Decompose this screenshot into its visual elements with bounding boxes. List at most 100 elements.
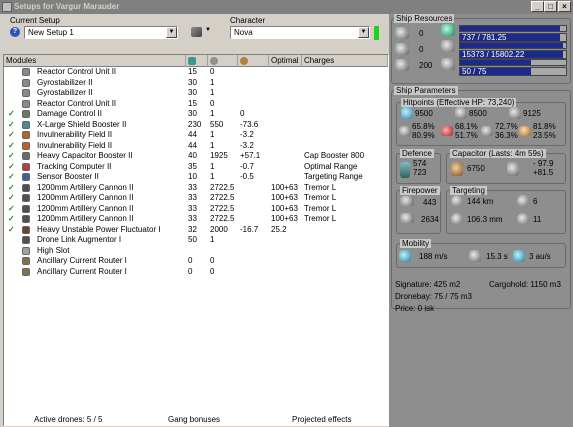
module-power: 1 bbox=[210, 88, 215, 97]
chevron-down-icon[interactable]: ▼ bbox=[358, 27, 369, 38]
module-cpu: 33 bbox=[188, 193, 197, 202]
cpu-value: 737 / 781.25 bbox=[462, 33, 507, 42]
module-charge[interactable]: Targeting Range bbox=[304, 172, 363, 183]
defence-value-b: 723 bbox=[413, 168, 427, 177]
cpu-top-bar bbox=[459, 25, 567, 32]
table-row[interactable]: ✓ Sensor Booster II 10 1 -0.5 Targeting Range bbox=[4, 172, 388, 183]
chevron-down-icon: ▼ bbox=[205, 27, 211, 33]
module-name: 1200mm Artillery Cannon II bbox=[37, 214, 134, 223]
module-name: Gyrostabilizer II bbox=[37, 88, 93, 97]
module-active-checkbox[interactable]: ✓ bbox=[8, 193, 15, 204]
module-icon bbox=[22, 194, 30, 202]
module-name: Reactor Control Unit II bbox=[37, 67, 117, 76]
setup-menu-button[interactable]: ▼ bbox=[190, 26, 214, 39]
module-active-checkbox[interactable]: ✓ bbox=[8, 183, 15, 194]
table-row[interactable]: Drone Link Augmentor I 50 1 bbox=[4, 235, 388, 246]
powergrid-top-bar bbox=[459, 42, 567, 49]
column-header-cpu[interactable] bbox=[186, 55, 208, 67]
table-row[interactable]: Gyrostabilizer II 30 1 bbox=[4, 88, 388, 99]
module-active-checkbox[interactable]: ✓ bbox=[8, 141, 15, 152]
module-optimal: 100+63 bbox=[271, 214, 298, 223]
table-row[interactable]: Ancillary Current Router I 0 0 bbox=[4, 267, 388, 278]
close-button[interactable]: × bbox=[558, 1, 571, 12]
module-active-checkbox[interactable]: ✓ bbox=[8, 172, 15, 183]
module-active-checkbox[interactable]: ✓ bbox=[8, 225, 15, 236]
module-active-checkbox[interactable]: ✓ bbox=[8, 214, 15, 225]
table-row[interactable]: Gyrostabilizer II 30 1 bbox=[4, 78, 388, 89]
help-icon[interactable]: ? bbox=[10, 27, 20, 37]
module-charge[interactable]: Tremor L bbox=[304, 204, 336, 215]
table-row[interactable]: ✓ X-Large Shield Booster II 230 550 -73.6 bbox=[4, 120, 388, 131]
module-name: Invulnerability Field II bbox=[37, 130, 113, 139]
table-row[interactable]: ✓ 1200mm Artillery Cannon II 33 2722.5 100+6… bbox=[4, 183, 388, 194]
module-active-checkbox[interactable]: ✓ bbox=[8, 162, 15, 173]
character-select[interactable]: Nova ▼ bbox=[230, 26, 370, 39]
chevron-down-icon[interactable]: ▼ bbox=[166, 27, 177, 38]
column-header-modules[interactable]: Modules bbox=[4, 55, 186, 67]
module-capacitor: -73.6 bbox=[240, 119, 259, 129]
module-active-checkbox[interactable]: ✓ bbox=[8, 120, 15, 131]
maximize-button[interactable]: □ bbox=[544, 1, 557, 12]
scan-resolution-value: 106.3 mm bbox=[467, 215, 503, 224]
module-name: Heavy Capacitor Booster II bbox=[37, 151, 133, 160]
module-charge[interactable]: Tremor L bbox=[304, 214, 336, 225]
table-row[interactable]: ✓ Heavy Unstable Power Fluctuator I 32 2000… bbox=[4, 225, 388, 236]
thermal-shield-resist: 68.1% bbox=[455, 122, 478, 131]
minimize-button[interactable]: _ bbox=[531, 1, 544, 12]
shield-icon bbox=[401, 107, 413, 119]
table-row[interactable]: ✓ Invulnerability Field II 44 1 -3.2 bbox=[4, 130, 388, 141]
module-active-checkbox[interactable]: ✓ bbox=[8, 151, 15, 162]
modules-table: Modules Optimal Charges Reactor Control … bbox=[3, 54, 389, 426]
module-capacitor: -16.7 bbox=[240, 224, 259, 234]
module-active-checkbox[interactable]: ✓ bbox=[8, 204, 15, 215]
cargohold-capacity: Cargohold: 1150 m3 bbox=[489, 280, 561, 289]
module-power: 550 bbox=[210, 119, 224, 129]
module-active-checkbox[interactable]: ✓ bbox=[8, 130, 15, 141]
table-row[interactable]: Ancillary Current Router I 0 0 bbox=[4, 256, 388, 267]
module-cpu: 30 bbox=[188, 77, 197, 87]
table-row[interactable]: ✓ Damage Control II 30 1 0 bbox=[4, 109, 388, 120]
module-charge[interactable]: Cap Booster 800 bbox=[304, 151, 364, 162]
warp-speed-icon bbox=[513, 250, 525, 262]
table-row[interactable]: Reactor Control Unit II 15 0 bbox=[4, 67, 388, 78]
volley-value: 2634 bbox=[421, 215, 439, 224]
targeting-range-icon bbox=[451, 195, 463, 207]
column-header-optimal[interactable]: Optimal bbox=[269, 55, 302, 67]
module-charge[interactable]: Tremor L bbox=[304, 183, 336, 194]
table-row[interactable]: ✓ Invulnerability Field II 44 1 -3.2 bbox=[4, 141, 388, 152]
module-cpu: 15 bbox=[188, 67, 197, 76]
module-icon bbox=[22, 131, 30, 139]
current-setup-label: Current Setup bbox=[10, 16, 60, 25]
column-header-charges[interactable]: Charges bbox=[302, 55, 388, 67]
table-row[interactable]: High Slot bbox=[4, 246, 388, 257]
setup-select[interactable]: New Setup 1 ▼ bbox=[24, 26, 178, 39]
table-row[interactable]: ✓ 1200mm Artillery Cannon II 33 2722.5 100+6… bbox=[4, 204, 388, 215]
table-row[interactable]: ✓ Tracking Computer II 35 1 -0.7 Optimal Rang… bbox=[4, 162, 388, 173]
thermal-armor-resist: 51.7% bbox=[455, 131, 478, 140]
armor-icon bbox=[455, 107, 467, 119]
gang-bonuses-status[interactable]: Gang bonuses bbox=[168, 413, 220, 427]
table-header: Modules Optimal Charges bbox=[4, 55, 388, 67]
column-header-power[interactable] bbox=[208, 55, 238, 67]
module-charge[interactable]: Tremor L bbox=[304, 193, 336, 204]
module-power: 0 bbox=[210, 98, 215, 108]
module-power: 2722.5 bbox=[210, 193, 235, 202]
powergrid-value: 15373 / 15802.22 bbox=[462, 50, 525, 59]
module-power: 1 bbox=[210, 140, 215, 150]
table-row[interactable]: ✓ Heavy Capacitor Booster II 40 1925 +57.1 Ca… bbox=[4, 151, 388, 162]
active-drones-status[interactable]: Active drones: 5 / 5 bbox=[34, 413, 102, 427]
module-icon bbox=[22, 68, 30, 76]
dps-icon bbox=[400, 196, 414, 206]
shield-boost-icon bbox=[400, 162, 410, 178]
ship-resources-title: Ship Resources bbox=[394, 14, 455, 23]
table-row[interactable]: ✓ 1200mm Artillery Cannon II 33 2722.5 100+6… bbox=[4, 193, 388, 204]
defence-value-a: 574 bbox=[413, 159, 427, 168]
column-header-capacitor[interactable] bbox=[238, 55, 269, 67]
firepower-title: Firepower bbox=[400, 186, 440, 195]
table-row[interactable]: ✓ 1200mm Artillery Cannon II 33 2722.5 100+6… bbox=[4, 214, 388, 225]
projected-effects-status[interactable]: Projected effects bbox=[292, 413, 351, 427]
table-row[interactable]: Reactor Control Unit II 15 0 bbox=[4, 99, 388, 110]
module-active-checkbox[interactable]: ✓ bbox=[8, 109, 15, 120]
module-charge[interactable]: Optimal Range bbox=[304, 162, 357, 173]
module-capacitor: -0.7 bbox=[240, 161, 254, 171]
